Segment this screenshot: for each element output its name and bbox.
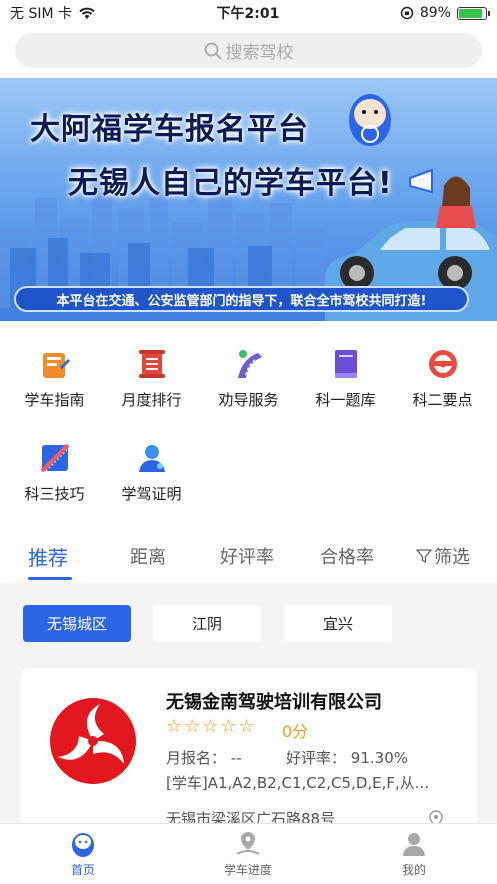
active-tab-indicator bbox=[28, 577, 72, 580]
license-classes-tag: [学车] bbox=[166, 774, 208, 792]
quick-menu: 学车指南 月度排行 劝导服务 科一题库 科二要点 科三技巧 学驾证明 bbox=[0, 321, 497, 531]
menu-item-ranking[interactable]: 月度排行 bbox=[103, 347, 200, 410]
good-rating: 好评率： 91.30% bbox=[286, 747, 408, 768]
license-classes-list: A1,A2,B2,C1,C2,C5,D,E,F,从... bbox=[207, 774, 430, 792]
nav-home-label: 首页 bbox=[70, 863, 95, 877]
monthly-signups-value: -- bbox=[230, 749, 242, 767]
nav-progress[interactable]: 学车进度 bbox=[198, 830, 298, 878]
tab-filter[interactable]: 筛选 bbox=[416, 543, 470, 569]
menu-item-certificate[interactable]: 学驾证明 bbox=[103, 441, 200, 504]
status-left: 无 SIM 卡 bbox=[10, 3, 96, 23]
menu-label-subject3: 科三技巧 bbox=[24, 485, 85, 503]
tab-recommend[interactable]: 推荐 bbox=[28, 542, 68, 571]
tab-distance[interactable]: 距离 bbox=[130, 543, 166, 569]
clock: 下午2:01 bbox=[216, 6, 280, 22]
carrier-label: 无 SIM 卡 bbox=[10, 6, 72, 22]
banner-title-line2: 无锡人自己的学车平台! bbox=[68, 166, 393, 201]
nav-home[interactable]: 首页 bbox=[33, 830, 133, 878]
region-filter: 无锡城区 江阴 宜兴 bbox=[0, 583, 497, 663]
menu-item-subject3[interactable]: 科三技巧 bbox=[6, 441, 103, 504]
school-score: 0分 bbox=[282, 722, 309, 741]
battery-fill bbox=[458, 8, 483, 18]
school-name: 无锡金南驾驶培训有限公司 bbox=[166, 692, 382, 713]
question-bank-icon bbox=[334, 350, 357, 378]
home-mascot-icon bbox=[72, 833, 94, 857]
road-service-icon bbox=[237, 350, 262, 378]
search-input[interactable]: 搜索驾校 bbox=[15, 33, 482, 68]
monthly-signups: 月报名： -- bbox=[166, 747, 242, 768]
tab-pass-rate[interactable]: 合格率 bbox=[320, 543, 374, 569]
menu-label-question-bank: 科一题库 bbox=[315, 391, 376, 409]
menu-label-certificate: 学驾证明 bbox=[121, 485, 182, 503]
menu-item-subject2[interactable]: 科二要点 bbox=[394, 347, 491, 410]
good-rating-value: 91.30% bbox=[350, 749, 408, 767]
banner-title-line1: 大阿福学车报名平台 bbox=[30, 112, 309, 147]
nav-mine-label: 我的 bbox=[401, 863, 426, 877]
school-card[interactable]: 无锡金南驾驶培训有限公司 ☆☆☆☆☆ 0分 月报名： -- 好评率： 91.30… bbox=[20, 668, 477, 838]
menu-item-question-bank[interactable]: 科一题库 bbox=[297, 347, 394, 410]
status-right: 89% bbox=[400, 5, 490, 21]
sort-tabs: 推荐 距离 好评率 合格率 筛选 bbox=[0, 531, 497, 583]
road-tips-icon bbox=[40, 443, 69, 473]
book-guide-icon bbox=[42, 353, 70, 378]
learner-certificate-icon bbox=[138, 445, 165, 472]
status-bar: 无 SIM 卡 下午2:01 89% bbox=[0, 0, 497, 26]
region-button-wuxi[interactable]: 无锡城区 bbox=[23, 605, 131, 642]
orientation-lock-icon bbox=[400, 6, 414, 20]
banner-footer: 本平台在交通、公安监管部门的指导下，联合全市驾校共同打造! bbox=[14, 286, 469, 312]
rating-stars-icon: ☆☆☆☆☆ bbox=[166, 716, 257, 737]
menu-item-service[interactable]: 劝导服务 bbox=[200, 347, 297, 410]
menu-item-guide[interactable]: 学车指南 bbox=[6, 347, 103, 410]
battery-icon bbox=[456, 6, 490, 20]
menu-label-guide: 学车指南 bbox=[24, 391, 85, 409]
search-placeholder: 搜索驾校 bbox=[225, 43, 294, 63]
search-bar: 搜索驾校 bbox=[0, 26, 497, 78]
wifi-icon bbox=[79, 7, 95, 19]
scroll-ranking-icon bbox=[138, 350, 165, 378]
menu-label-service: 劝导服务 bbox=[218, 391, 279, 409]
user-profile-icon bbox=[403, 833, 425, 856]
nav-progress-label: 学车进度 bbox=[223, 863, 272, 877]
monthly-signups-label: 月报名： bbox=[166, 749, 227, 767]
progress-location-icon bbox=[236, 832, 260, 855]
steering-wheel-icon bbox=[428, 350, 457, 378]
nav-mine[interactable]: 我的 bbox=[364, 830, 464, 878]
good-rating-label: 好评率： bbox=[286, 749, 347, 767]
tab-rating[interactable]: 好评率 bbox=[220, 543, 274, 569]
license-classes: [学车]A1,A2,B2,C1,C2,C5,D,E,F,从... bbox=[166, 772, 429, 793]
region-button-jiangyin[interactable]: 江阴 bbox=[153, 605, 261, 642]
filter-icon bbox=[416, 549, 432, 564]
promo-banner[interactable]: 大阿福学车报名平台 无锡人自己的学车平台! 本平台在交通、公安监管部门的指导下，… bbox=[0, 78, 497, 321]
search-icon bbox=[204, 42, 222, 60]
battery-percent: 89% bbox=[419, 5, 451, 21]
tab-filter-label: 筛选 bbox=[434, 547, 470, 568]
school-logo bbox=[50, 698, 136, 784]
region-button-yixing[interactable]: 宜兴 bbox=[284, 605, 392, 642]
menu-label-subject2: 科二要点 bbox=[412, 391, 473, 409]
menu-label-ranking: 月度排行 bbox=[121, 391, 182, 409]
bottom-nav: 首页 学车进度 我的 bbox=[0, 823, 497, 884]
